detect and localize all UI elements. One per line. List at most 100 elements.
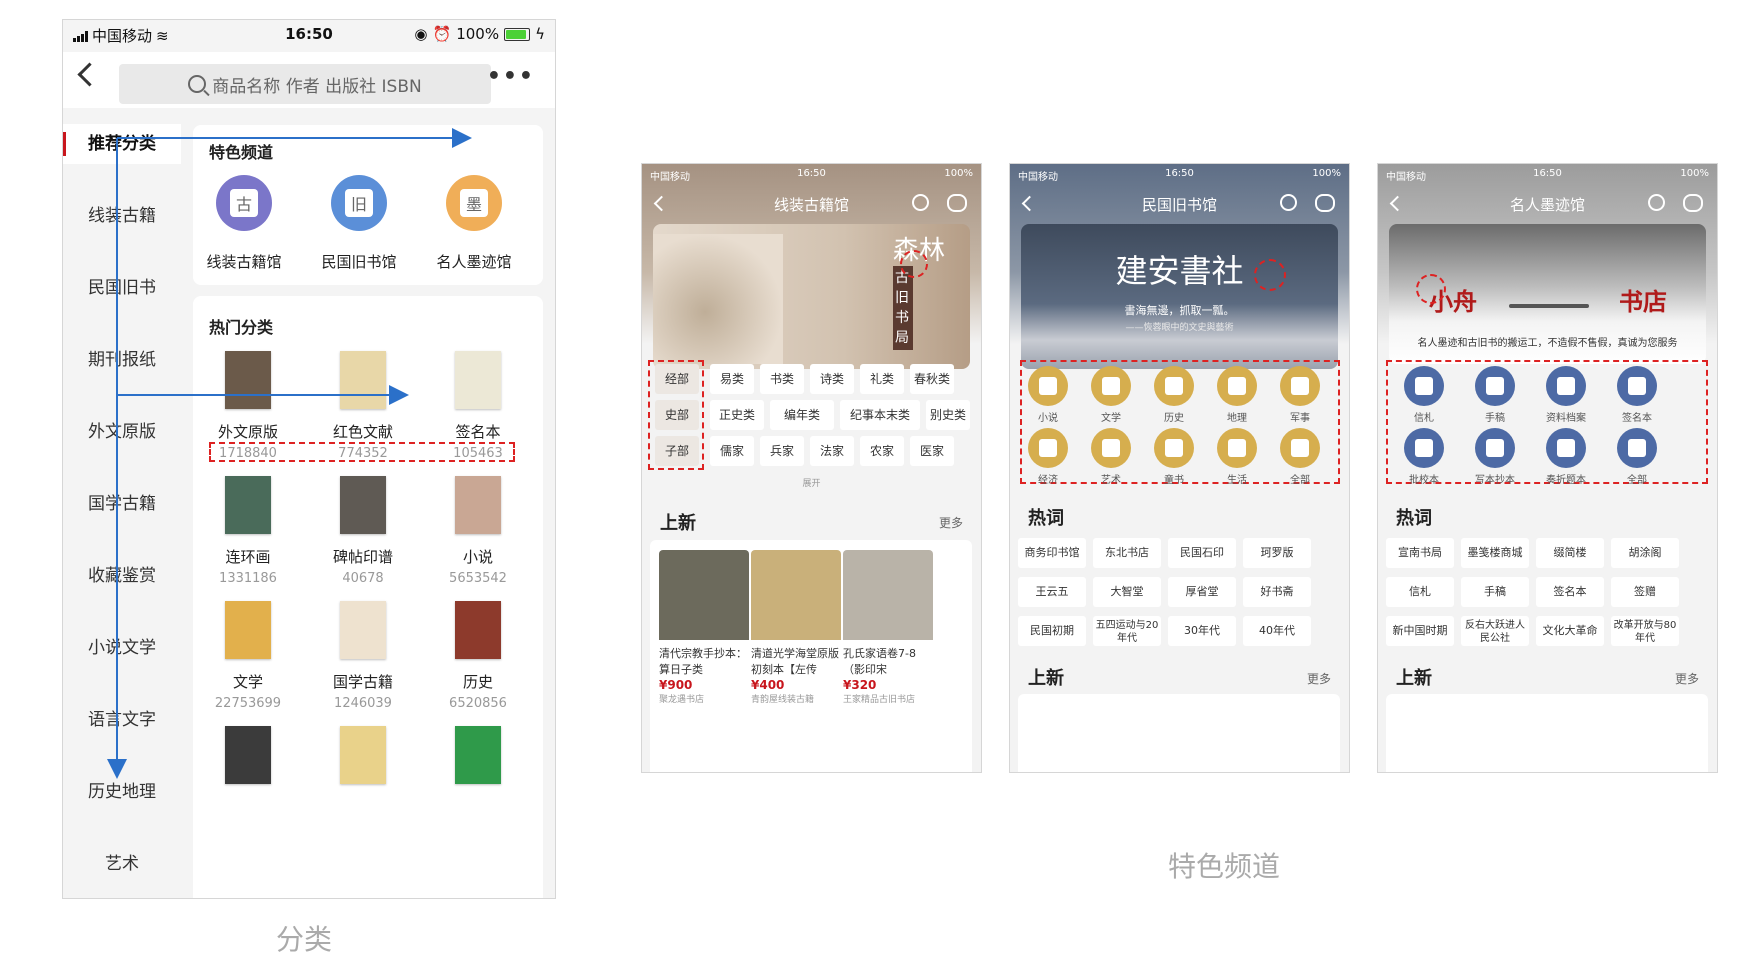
chat-icon[interactable]: [1315, 194, 1335, 212]
subcategory-tag[interactable]: 书类: [760, 364, 804, 394]
icon-label: 文学: [1101, 413, 1121, 424]
hot-word[interactable]: 签名本: [1536, 577, 1604, 607]
status-bar: 中国移动 16:50 100%: [1018, 168, 1341, 183]
hot-word[interactable]: 大智堂: [1093, 577, 1161, 607]
caption-categories: 分类: [276, 923, 333, 956]
expand-label[interactable]: 展开: [642, 476, 981, 489]
category-icon[interactable]: [1404, 366, 1444, 406]
category-icon[interactable]: [1280, 366, 1320, 406]
icon-label: 写本抄本: [1475, 475, 1515, 486]
hot-word[interactable]: 手稿: [1461, 577, 1529, 607]
category-icon[interactable]: [1217, 428, 1257, 468]
hot-word[interactable]: 新中国时期: [1386, 616, 1454, 646]
book-illustration: [653, 234, 783, 364]
subcategory-tag[interactable]: 兵家: [760, 436, 804, 466]
category-icon[interactable]: [1028, 428, 1068, 468]
product-image: [659, 550, 749, 640]
product-price: ¥320: [843, 678, 877, 692]
hot-word[interactable]: 商务印书馆: [1018, 538, 1086, 568]
icon-label: 童书: [1164, 475, 1184, 486]
highlight-circle: [1254, 259, 1286, 291]
hot-word[interactable]: 文化大革命: [1536, 616, 1604, 646]
product-shop: 聚龙遇书店: [659, 695, 705, 705]
subcategory-tag[interactable]: 儒家: [710, 436, 754, 466]
banner[interactable]: 森林 古旧书局: [653, 224, 970, 369]
hot-word[interactable]: 东北书店: [1093, 538, 1161, 568]
category-icon[interactable]: [1546, 428, 1586, 468]
hot-word[interactable]: 珂罗版: [1243, 538, 1311, 568]
hot-word[interactable]: 签赠: [1611, 577, 1679, 607]
category-icon[interactable]: [1475, 366, 1515, 406]
category-icon[interactable]: [1154, 366, 1194, 406]
highlight-circle: [900, 250, 928, 278]
glyph-icon: [1486, 439, 1504, 457]
search-icon[interactable]: [1648, 194, 1665, 211]
subcategory-tag[interactable]: 法家: [810, 436, 854, 466]
category-icon[interactable]: [1617, 428, 1657, 468]
search-icon[interactable]: [912, 194, 929, 211]
category-icon[interactable]: [1028, 366, 1068, 406]
chat-icon[interactable]: [947, 194, 967, 212]
hot-word[interactable]: 胡涂阁: [1611, 538, 1679, 568]
chat-icon[interactable]: [1683, 194, 1703, 212]
product-card[interactable]: 清代宗教手抄本：算日子类 ¥900 聚龙遇书店: [659, 550, 749, 705]
more-link[interactable]: 更多: [939, 514, 963, 531]
category-icon[interactable]: [1475, 428, 1515, 468]
category-icon[interactable]: [1404, 428, 1444, 468]
product-title: 清道光学海堂原版初刻本【左传: [751, 647, 839, 676]
category-icon[interactable]: [1154, 428, 1194, 468]
page-title: 名人墨迹馆: [1509, 196, 1585, 214]
category-icon[interactable]: [1280, 428, 1320, 468]
hot-word[interactable]: 改革开放与80年代: [1611, 616, 1679, 646]
subcategory-tag[interactable]: 编年类: [770, 400, 834, 430]
product-card[interactable]: 清道光学海堂原版初刻本【左传 ¥400 青韵屋线装古籍: [751, 550, 841, 705]
search-icon[interactable]: [1280, 194, 1297, 211]
hot-word[interactable]: 40年代: [1243, 616, 1311, 646]
subcategory-tag[interactable]: 农家: [860, 436, 904, 466]
hot-word[interactable]: 信札: [1386, 577, 1454, 607]
category-icon[interactable]: [1217, 366, 1257, 406]
page-title: 民国旧书馆: [1141, 196, 1217, 214]
glyph-icon: [1628, 377, 1646, 395]
subcategory-tag[interactable]: 别史类: [926, 400, 970, 430]
more-link[interactable]: 更多: [1675, 670, 1699, 687]
caption-featured: 特色频道: [1168, 850, 1281, 883]
banner[interactable]: 建安書社 書海無邊，抓取一瓢。 ——恢蓉眼中的文史與藝術: [1021, 224, 1338, 369]
icon-label: 资料档案: [1546, 413, 1586, 424]
hot-word[interactable]: 民国初期: [1018, 616, 1086, 646]
product-card[interactable]: 孔氏家语卷7-8（影印宋 ¥320 王家精品古旧书店: [843, 550, 933, 705]
hot-word[interactable]: 30年代: [1168, 616, 1236, 646]
category-icon[interactable]: [1091, 366, 1131, 406]
category-icon[interactable]: [1091, 428, 1131, 468]
hot-word[interactable]: 反右大跃进人民公社: [1461, 616, 1529, 646]
hot-word[interactable]: 墨笺楼商城: [1461, 538, 1529, 568]
icon-label: 签名本: [1622, 413, 1652, 424]
hot-word[interactable]: 厚省堂: [1168, 577, 1236, 607]
hot-word[interactable]: 好书斋: [1243, 577, 1311, 607]
subcategory-tag[interactable]: 易类: [710, 364, 754, 394]
boat-illustration: [1509, 304, 1589, 308]
subcategory-tag[interactable]: 礼类: [860, 364, 904, 394]
new-title: 上新: [660, 513, 696, 534]
icon-label: 信札: [1414, 413, 1434, 424]
category-screen: 中国移动 ≋ 16:50 ◉ ⏰ 100% ϟ 商品名称 作者 出版社 ISBN…: [62, 19, 556, 899]
icon-label: 历史: [1164, 413, 1184, 424]
hot-word[interactable]: 王云五: [1018, 577, 1086, 607]
category-icon[interactable]: [1617, 366, 1657, 406]
more-link[interactable]: 更多: [1307, 670, 1331, 687]
subcategory-tag[interactable]: 春秋类: [910, 364, 954, 394]
product-price: ¥900: [659, 678, 693, 692]
calligraphy-screen: 中国移动 16:50 100% 名人墨迹馆 小舟 书店 名人墨迹和古旧书的搬运工，不…: [1377, 163, 1718, 773]
status-bar: 中国移动 16:50 100%: [1386, 168, 1709, 183]
subcategory-tag[interactable]: 正史类: [710, 400, 764, 430]
subcategory-tag[interactable]: 医家: [910, 436, 954, 466]
icon-label: 军事: [1290, 413, 1310, 424]
hot-word[interactable]: 五四运动与20年代: [1093, 616, 1161, 646]
hot-word[interactable]: 宣南书局: [1386, 538, 1454, 568]
hot-word[interactable]: 缀简楼: [1536, 538, 1604, 568]
hot-word[interactable]: 民国石印: [1168, 538, 1236, 568]
subcategory-tag[interactable]: 纪事本末类: [840, 400, 920, 430]
product-price: ¥400: [751, 678, 785, 692]
subcategory-tag[interactable]: 诗类: [810, 364, 854, 394]
category-icon[interactable]: [1546, 366, 1586, 406]
